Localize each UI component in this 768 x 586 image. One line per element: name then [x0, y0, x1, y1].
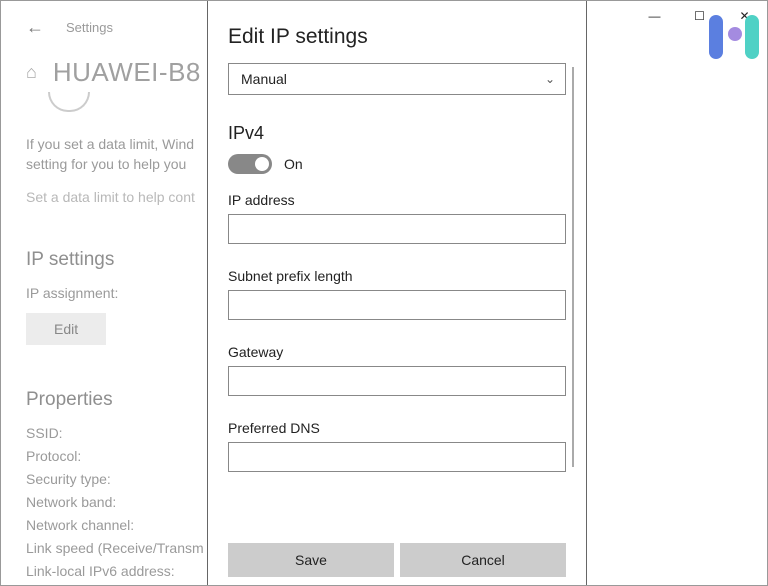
settings-header-label: Settings — [66, 20, 113, 35]
ip-mode-value: Manual — [241, 71, 287, 87]
ipv4-toggle[interactable] — [228, 154, 272, 174]
gateway-input[interactable] — [228, 366, 566, 396]
ip-mode-select[interactable]: Manual ⌄ — [228, 63, 566, 95]
dialog-title: Edit IP settings — [228, 25, 566, 49]
home-icon[interactable]: ⌂ — [26, 62, 37, 83]
scrollbar[interactable] — [572, 67, 574, 467]
preferred-dns-label: Preferred DNS — [228, 420, 566, 436]
edit-ip-settings-dialog: Edit IP settings Manual ⌄ IPv4 On IP add… — [207, 1, 587, 585]
gateway-label: Gateway — [228, 344, 566, 360]
back-arrow-icon[interactable]: ← — [26, 17, 44, 38]
chevron-down-icon: ⌄ — [545, 72, 555, 86]
ip-address-label: IP address — [228, 192, 566, 208]
dialog-actions: Save Cancel — [228, 537, 566, 585]
network-name-title: HUAWEI-B8 — [53, 57, 201, 88]
maximize-button[interactable]: ☐ — [677, 1, 722, 31]
ip-address-input[interactable] — [228, 214, 566, 244]
minimize-button[interactable]: — — [632, 1, 677, 31]
cancel-button[interactable]: Cancel — [400, 543, 566, 577]
window-controls: — ☐ ✕ — [632, 1, 767, 31]
dialog-scroll-area: IPv4 On IP address Subnet prefix length … — [228, 123, 566, 537]
subnet-prefix-input[interactable] — [228, 290, 566, 320]
close-button[interactable]: ✕ — [722, 1, 767, 31]
edit-ip-button[interactable]: Edit — [26, 313, 106, 345]
save-button[interactable]: Save — [228, 543, 394, 577]
preferred-dns-input[interactable] — [228, 442, 566, 472]
profile-arc-icon — [48, 92, 90, 112]
ipv4-toggle-state: On — [284, 156, 303, 172]
ipv4-heading: IPv4 — [228, 123, 566, 144]
subnet-prefix-label: Subnet prefix length — [228, 268, 566, 284]
